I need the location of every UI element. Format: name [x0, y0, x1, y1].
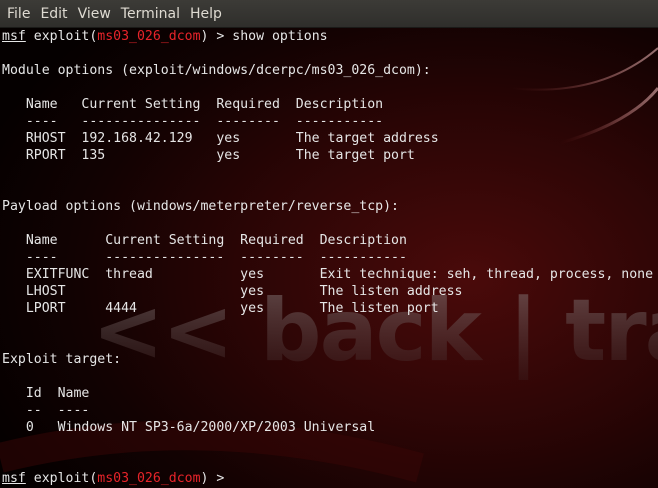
module-options-header: Name Current Setting Required Descriptio… [2, 97, 384, 112]
module-option-row: RPORT 135 yes The target port [2, 148, 415, 163]
module-name: ms03_026_dcom [97, 29, 201, 44]
terminal-output-area[interactable]: << back | track msf exploit(ms03_026_dco… [0, 28, 658, 488]
terminal-window: File Edit View Terminal Help << back | t… [0, 0, 658, 488]
payload-option-row: LHOST yes The listen address [2, 284, 463, 299]
module-name: ms03_026_dcom [97, 471, 201, 486]
menu-file[interactable]: File [2, 0, 35, 28]
menu-view[interactable]: View [73, 0, 116, 28]
payload-options-header: Name Current Setting Required Descriptio… [2, 233, 407, 248]
final-prompt-line[interactable]: msf exploit(ms03_026_dcom) > [2, 471, 232, 486]
payload-options-heading: Payload options (windows/meterpreter/rev… [2, 199, 399, 214]
module-option-row: RHOST 192.168.42.129 yes The target addr… [2, 131, 439, 146]
exploit-target-divider: -- ---- [2, 403, 90, 418]
payload-options-divider: ---- --------------- -------- ----------… [2, 250, 407, 265]
exploit-target-row: 0 Windows NT SP3-6a/2000/XP/2003 Univers… [2, 420, 376, 435]
module-options-heading: Module options (exploit/windows/dcerpc/m… [2, 63, 431, 78]
menu-bar: File Edit View Terminal Help [0, 0, 658, 28]
exploit-target-header: Id Name [2, 386, 90, 401]
terminal-text: msf exploit(ms03_026_dcom) > show option… [2, 28, 653, 487]
exploit-target-heading: Exploit target: [2, 352, 122, 367]
prompt-line: msf exploit(ms03_026_dcom) > show option… [2, 29, 328, 44]
menu-help[interactable]: Help [185, 0, 227, 28]
menu-terminal[interactable]: Terminal [116, 0, 185, 28]
payload-option-row: EXITFUNC thread yes Exit technique: seh,… [2, 267, 654, 282]
payload-option-row: LPORT 4444 yes The listen port [2, 301, 439, 316]
command-text: show options [232, 29, 328, 44]
module-options-divider: ---- --------------- -------- ----------… [2, 114, 384, 129]
menu-edit[interactable]: Edit [35, 0, 72, 28]
